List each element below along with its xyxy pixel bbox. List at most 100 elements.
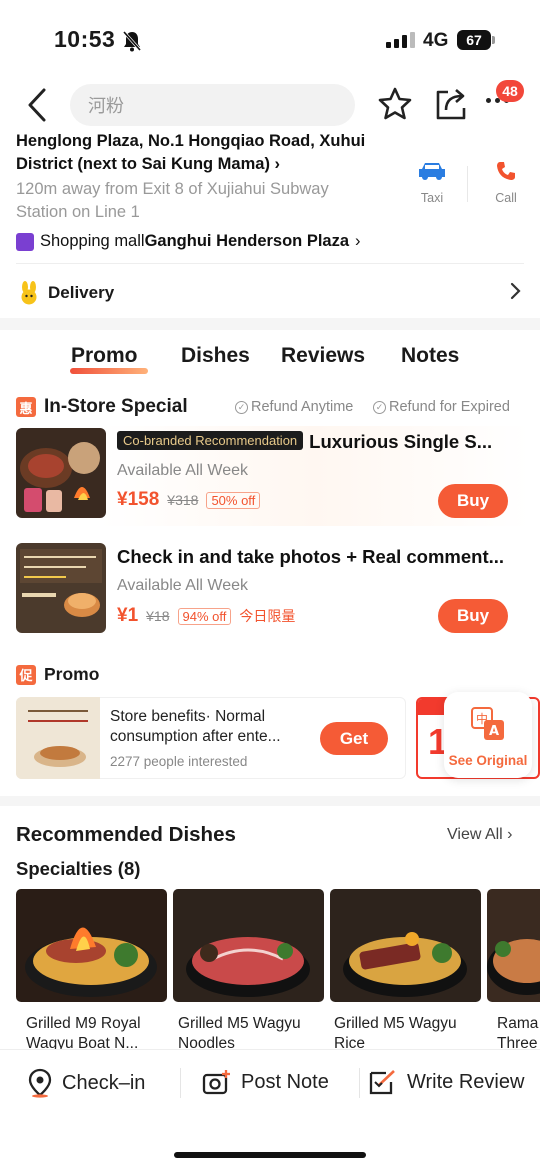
share-icon[interactable]	[434, 86, 468, 127]
dish-name[interactable]: Rama Three	[487, 1014, 540, 1054]
buy-button[interactable]: Buy	[438, 484, 508, 518]
taxi-button[interactable]: Taxi	[415, 160, 449, 205]
refund-expired-label: Refund for Expired	[389, 399, 510, 415]
view-all-link[interactable]: View All ›	[447, 826, 513, 844]
in-store-special-header: 惠 In-Store Special	[16, 396, 188, 418]
network-type: 4G	[423, 30, 449, 51]
divider	[16, 263, 524, 264]
search-placeholder: 河粉	[88, 96, 124, 116]
promo-title: Promo	[44, 664, 100, 684]
taxi-label: Taxi	[420, 191, 444, 205]
active-tab-indicator	[70, 368, 148, 374]
promo-card-text: Store benefits· Normal consumption after…	[110, 708, 281, 745]
deal-original-price: ¥18	[146, 608, 170, 624]
check-circle-icon: ✓	[373, 400, 386, 414]
see-original-button[interactable]: 中A See Original	[444, 692, 532, 778]
deal-discount: 94% off	[177, 607, 232, 625]
dish-name[interactable]: Grilled M5 Wagyu Noodles	[168, 1014, 318, 1054]
deal-image[interactable]	[16, 428, 106, 518]
tab-notes[interactable]: Notes	[401, 344, 459, 368]
deal-image[interactable]	[16, 543, 106, 633]
section-gap	[0, 796, 540, 806]
silent-bell-icon	[122, 30, 142, 57]
tab-dishes[interactable]: Dishes	[181, 344, 250, 368]
post-note-button[interactable]: Post Note	[202, 1068, 329, 1096]
tab-promo[interactable]: Promo	[71, 344, 138, 368]
divider	[359, 1068, 360, 1098]
dish-image[interactable]	[330, 889, 481, 1002]
deal-name: Luxurious Single S...	[309, 431, 493, 452]
taxi-icon	[419, 163, 445, 180]
buy-button[interactable]: Buy	[438, 599, 508, 633]
back-button[interactable]	[22, 86, 54, 124]
svg-text:A: A	[489, 724, 499, 739]
dish-image[interactable]	[487, 889, 540, 1002]
check-circle-icon: ✓	[235, 400, 248, 414]
translate-icon: 中A	[471, 707, 504, 740]
cellular-signal-icon	[386, 32, 415, 48]
favorite-star-icon[interactable]	[377, 86, 413, 127]
recommended-dishes-title: Recommended Dishes	[16, 823, 236, 846]
checkin-label: Check–in	[62, 1071, 146, 1094]
dish-name[interactable]: Grilled M9 Royal Wagyu Boat N...	[16, 1014, 166, 1054]
checkin-button[interactable]: Check–in	[27, 1068, 145, 1098]
shopping-mall-icon	[16, 232, 34, 251]
delivery-row[interactable]: Delivery	[18, 281, 114, 305]
deal-original-price: ¥318	[167, 492, 199, 508]
home-indicator	[174, 1152, 366, 1158]
delivery-rabbit-icon	[21, 281, 37, 305]
phone-icon	[497, 162, 515, 180]
mall-prefix: Shopping mall	[40, 232, 145, 250]
delivery-chevron-icon[interactable]	[508, 280, 522, 308]
promo-interested-count: 2277 people interested	[110, 754, 248, 769]
notification-badge: 48	[496, 80, 524, 102]
deal-title[interactable]: Co-branded Recommendation Luxurious Singl…	[117, 431, 492, 453]
call-button[interactable]: Call	[491, 160, 521, 205]
deal-price: ¥158	[117, 489, 160, 510]
refund-expired: ✓ Refund for Expired	[373, 399, 510, 415]
refund-anytime: ✓ Refund Anytime	[235, 399, 353, 415]
refund-anytime-label: Refund Anytime	[251, 399, 354, 415]
deal-discount: 50% off	[206, 491, 261, 509]
search-input[interactable]: 河粉	[70, 84, 355, 126]
location-pin-icon	[28, 1068, 52, 1098]
post-note-label: Post Note	[241, 1070, 329, 1093]
battery-tip	[492, 36, 495, 44]
chevron-right-icon: ›	[269, 155, 281, 173]
tab-reviews[interactable]: Reviews	[281, 344, 365, 368]
get-coupon-button[interactable]: Get	[320, 722, 388, 755]
deal-availability: Available All Week	[117, 577, 249, 594]
dish-image[interactable]	[16, 889, 167, 1002]
camera-plus-icon	[202, 1070, 230, 1095]
chevron-right-icon: ›	[502, 826, 513, 843]
see-original-label: See Original	[448, 753, 528, 768]
subway-distance: 120m away from Exit 8 of Xujiahui Subway…	[16, 180, 329, 221]
write-review-button[interactable]: Write Review	[368, 1068, 524, 1096]
promo-header: 促 Promo	[16, 664, 99, 685]
shopping-mall-link[interactable]: Shopping mall Ganghui Henderson Plaza ›	[16, 232, 361, 251]
divider	[180, 1068, 181, 1098]
store-address[interactable]: Henglong Plaza, No.1 Hongqiao Road, Xuhu…	[16, 130, 386, 176]
deal-title[interactable]: Check in and take photos + Real comment.…	[117, 546, 504, 568]
limited-today-label: 今日限量	[239, 608, 296, 624]
co-branded-tag: Co-branded Recommendation	[117, 431, 304, 450]
discount-icon: 惠	[16, 397, 36, 417]
deal-availability: Available All Week	[117, 462, 249, 479]
promo-card-title: Store benefits· Normal consumption after…	[110, 707, 310, 747]
write-review-label: Write Review	[407, 1070, 525, 1093]
battery-icon: 67	[457, 30, 491, 50]
promo-icon: 促	[16, 664, 36, 685]
delivery-label: Delivery	[48, 283, 115, 302]
address-text: Henglong Plaza, No.1 Hongqiao Road, Xuhu…	[16, 132, 366, 173]
deal-price-row: ¥158 ¥318 50% off	[117, 489, 261, 511]
specialties-title: Specialties (8)	[16, 858, 141, 879]
dish-name[interactable]: Grilled M5 Wagyu Rice	[324, 1014, 474, 1054]
edit-review-icon	[369, 1070, 395, 1095]
chevron-right-icon: ›	[355, 232, 361, 250]
mall-name: Ganghui Henderson Plaza	[144, 232, 350, 250]
promo-image	[16, 697, 100, 779]
dish-image[interactable]	[173, 889, 324, 1002]
deal-price-row: ¥1 ¥18 94% off 今日限量	[117, 605, 295, 627]
in-store-title: In-Store Special	[44, 396, 188, 417]
status-time: 10:53	[54, 26, 116, 52]
